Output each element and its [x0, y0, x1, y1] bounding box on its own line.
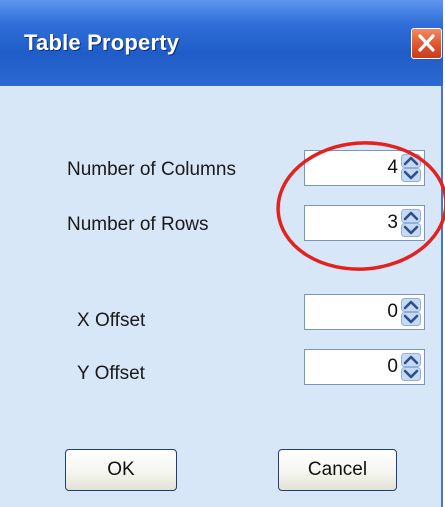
dialog-title: Table Property: [24, 30, 180, 55]
y-offset-spinner[interactable]: 0: [304, 349, 425, 385]
columns-label: Number of Columns: [67, 159, 236, 180]
rows-spinner[interactable]: 3: [304, 205, 425, 241]
spin-arrows-icon[interactable]: [401, 298, 421, 326]
x-offset-label: X Offset: [77, 310, 146, 331]
table-property-dialog: Table Property Number of Columns 4 Numbe…: [0, 0, 445, 507]
rows-label: Number of Rows: [67, 214, 209, 235]
dialog-body: Number of Columns 4 Number of Rows 3 X O…: [0, 86, 441, 507]
x-offset-value[interactable]: 0: [387, 301, 398, 323]
cancel-button[interactable]: Cancel: [278, 449, 397, 491]
y-offset-label: Y Offset: [77, 363, 145, 384]
close-icon: [418, 34, 435, 52]
title-bar[interactable]: Table Property: [0, 0, 443, 86]
rows-value[interactable]: 3: [387, 212, 398, 234]
spin-arrows-icon[interactable]: [401, 154, 421, 182]
y-offset-value[interactable]: 0: [387, 356, 398, 378]
columns-value[interactable]: 4: [387, 157, 398, 179]
spin-arrows-icon[interactable]: [401, 209, 421, 237]
x-offset-spinner[interactable]: 0: [304, 294, 425, 330]
spin-arrows-icon[interactable]: [401, 353, 421, 381]
ok-button[interactable]: OK: [65, 449, 177, 491]
close-button[interactable]: [411, 28, 442, 59]
columns-spinner[interactable]: 4: [304, 150, 425, 186]
